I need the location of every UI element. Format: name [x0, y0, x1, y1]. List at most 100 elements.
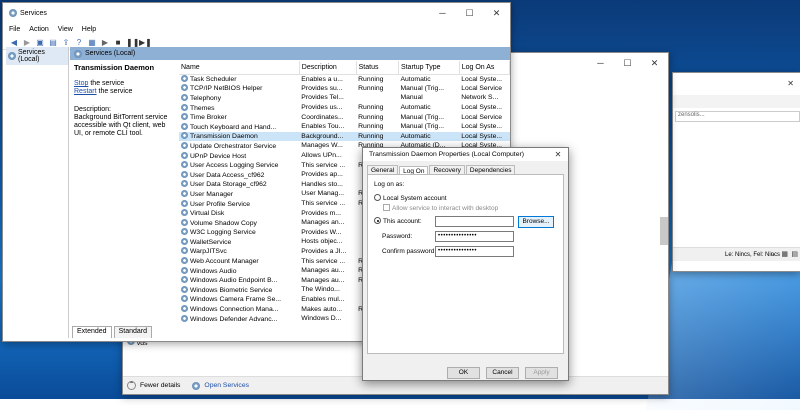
minimize-icon[interactable]: ─	[587, 58, 614, 69]
panel-title: Services (Local)	[85, 50, 136, 57]
cell-name: Windows Audio	[179, 266, 299, 276]
cancel-button[interactable]: Cancel	[486, 367, 519, 379]
cell-name: User Data Storage_cf962	[179, 180, 299, 190]
menu-file[interactable]: File	[9, 26, 20, 33]
close-icon[interactable]: ✕	[641, 58, 668, 69]
cell-name: Windows Defender Advanc...	[179, 314, 299, 324]
service-icon	[181, 305, 188, 313]
cell-description: Provides W...	[301, 228, 342, 236]
cell-name: Themes	[179, 103, 299, 113]
cell-description: Enables mul...	[301, 295, 345, 303]
chevron-down-icon[interactable]: ⌄	[770, 250, 776, 258]
column-startup-type[interactable]: Startup Type	[398, 61, 460, 75]
table-row[interactable]: Time Broker Coordinates... Running Manual (…	[179, 112, 510, 122]
cell-description: User Manag...	[301, 190, 344, 198]
cell-name: Windows Connection Mana...	[179, 304, 299, 314]
confirm-password-field[interactable]: •••••••••••••••	[435, 246, 514, 257]
column-description[interactable]: Description	[299, 61, 357, 75]
service-icon	[181, 189, 188, 197]
background-search-field[interactable]: zensolis...	[675, 111, 800, 122]
chevron-up-icon[interactable]: ⌃	[127, 381, 136, 390]
service-icon	[181, 295, 188, 303]
cell-description: Provides us...	[301, 104, 343, 112]
forward-arrow-icon[interactable]: ▶	[22, 38, 32, 48]
grid-icon[interactable]: ▦	[781, 250, 788, 258]
cell-name: Task Scheduler	[179, 74, 299, 84]
menu-action[interactable]: Action	[29, 26, 48, 33]
maximize-icon[interactable]: ☐	[456, 8, 483, 19]
fewer-details-link[interactable]: Fewer details	[140, 382, 180, 389]
service-icon	[181, 141, 188, 149]
cell-description: Allows UPn...	[301, 152, 342, 160]
service-icon	[181, 93, 188, 101]
allow-desktop-checkbox[interactable]: Allow service to interact with desktop	[383, 204, 557, 212]
pause-icon[interactable]: ❚❚	[126, 38, 139, 48]
table-row[interactable]: Transmission Daemon Background... Running A…	[179, 131, 510, 142]
stop-icon[interactable]: ■	[113, 38, 123, 48]
export-icon[interactable]: ⇪	[61, 38, 71, 48]
cell-description: Enables a u...	[301, 75, 343, 83]
service-icon	[181, 276, 188, 284]
radio-icon	[374, 217, 381, 224]
list-icon[interactable]: ▤	[791, 250, 798, 258]
close-icon[interactable]: ✕	[787, 79, 794, 88]
close-icon[interactable]: ✕	[483, 8, 510, 19]
menu-view[interactable]: View	[58, 26, 73, 33]
cell-name: User Data Access_cf962	[179, 170, 299, 180]
local-system-radio[interactable]: Local System account	[374, 194, 557, 202]
cell-description: This service ...	[301, 200, 346, 208]
column-status[interactable]: Status	[356, 61, 399, 75]
cell-log-on-as: Network S...	[461, 94, 499, 102]
tab-extended[interactable]: Extended	[72, 326, 112, 338]
service-icon	[181, 180, 188, 188]
cell-name: User Manager	[179, 189, 299, 199]
dialog-tabs: General Log On Recovery Dependencies	[363, 161, 568, 176]
table-row[interactable]: Task Scheduler Enables a u... Running Autom…	[179, 74, 510, 84]
stop-service-link[interactable]: Stop	[74, 80, 88, 87]
radio-icon	[374, 194, 381, 201]
restart-icon[interactable]: ▶❚	[139, 38, 152, 48]
cell-name: Touch Keyboard and Hand...	[179, 122, 299, 132]
close-icon[interactable]: ✕	[548, 150, 568, 159]
maximize-icon[interactable]: ☐	[614, 58, 641, 69]
properties-icon[interactable]: ▦	[87, 38, 97, 48]
tree-item-services-local[interactable]: Services (Local)	[6, 47, 68, 65]
restart-service-link[interactable]: Restart	[74, 88, 97, 95]
menu-bar: File Action View Help	[3, 23, 510, 36]
menu-help[interactable]: Help	[82, 26, 96, 33]
refresh-list-icon[interactable]: ▤	[48, 38, 58, 48]
column-name[interactable]: Name	[179, 61, 300, 75]
table-row[interactable]: Touch Keyboard and Hand... Enables Tou...…	[179, 122, 510, 132]
service-icon	[181, 103, 188, 111]
service-icon	[181, 228, 188, 236]
back-arrow-icon[interactable]: ◀	[9, 38, 19, 48]
table-row[interactable]: Themes Provides us... Running Automatic Loca…	[179, 103, 510, 113]
password-field[interactable]: •••••••••••••••	[435, 231, 514, 242]
open-services-link[interactable]: Open Services	[204, 382, 249, 389]
cell-description: Makes auto...	[301, 305, 343, 313]
browse-button[interactable]: Browse...	[518, 216, 554, 228]
help-icon[interactable]: ?	[74, 38, 84, 48]
service-icon	[181, 151, 188, 159]
column-log-on-as[interactable]: Log On As	[459, 61, 510, 75]
cell-status	[356, 93, 398, 103]
gear-icon	[8, 52, 16, 60]
table-row[interactable]: TCP/IP NetBIOS Helper Provides su... Runni…	[179, 84, 510, 94]
cell-description: Provides Tel...	[301, 94, 344, 102]
ok-button[interactable]: OK	[447, 367, 480, 379]
console-tree-icon[interactable]: ▣	[35, 38, 45, 48]
account-field[interactable]	[435, 216, 514, 227]
tab-standard[interactable]: Standard	[113, 326, 153, 338]
minimize-icon[interactable]: ─	[429, 8, 456, 19]
cell-log-on-as: Local Syste...	[461, 104, 503, 112]
gear-icon	[74, 49, 82, 58]
table-row[interactable]: Telephony Provides Tel... Manual Network S.…	[179, 93, 510, 103]
cell-name: User Access Logging Service	[179, 160, 299, 170]
scrollbar-thumb[interactable]	[660, 217, 668, 245]
cell-description: Manages W...	[301, 142, 343, 150]
apply-button[interactable]: Apply	[525, 367, 558, 379]
service-icon	[181, 75, 188, 83]
start-icon[interactable]: ▶	[100, 38, 110, 48]
this-account-radio[interactable]: This account:	[374, 217, 422, 225]
service-icon	[181, 161, 188, 169]
